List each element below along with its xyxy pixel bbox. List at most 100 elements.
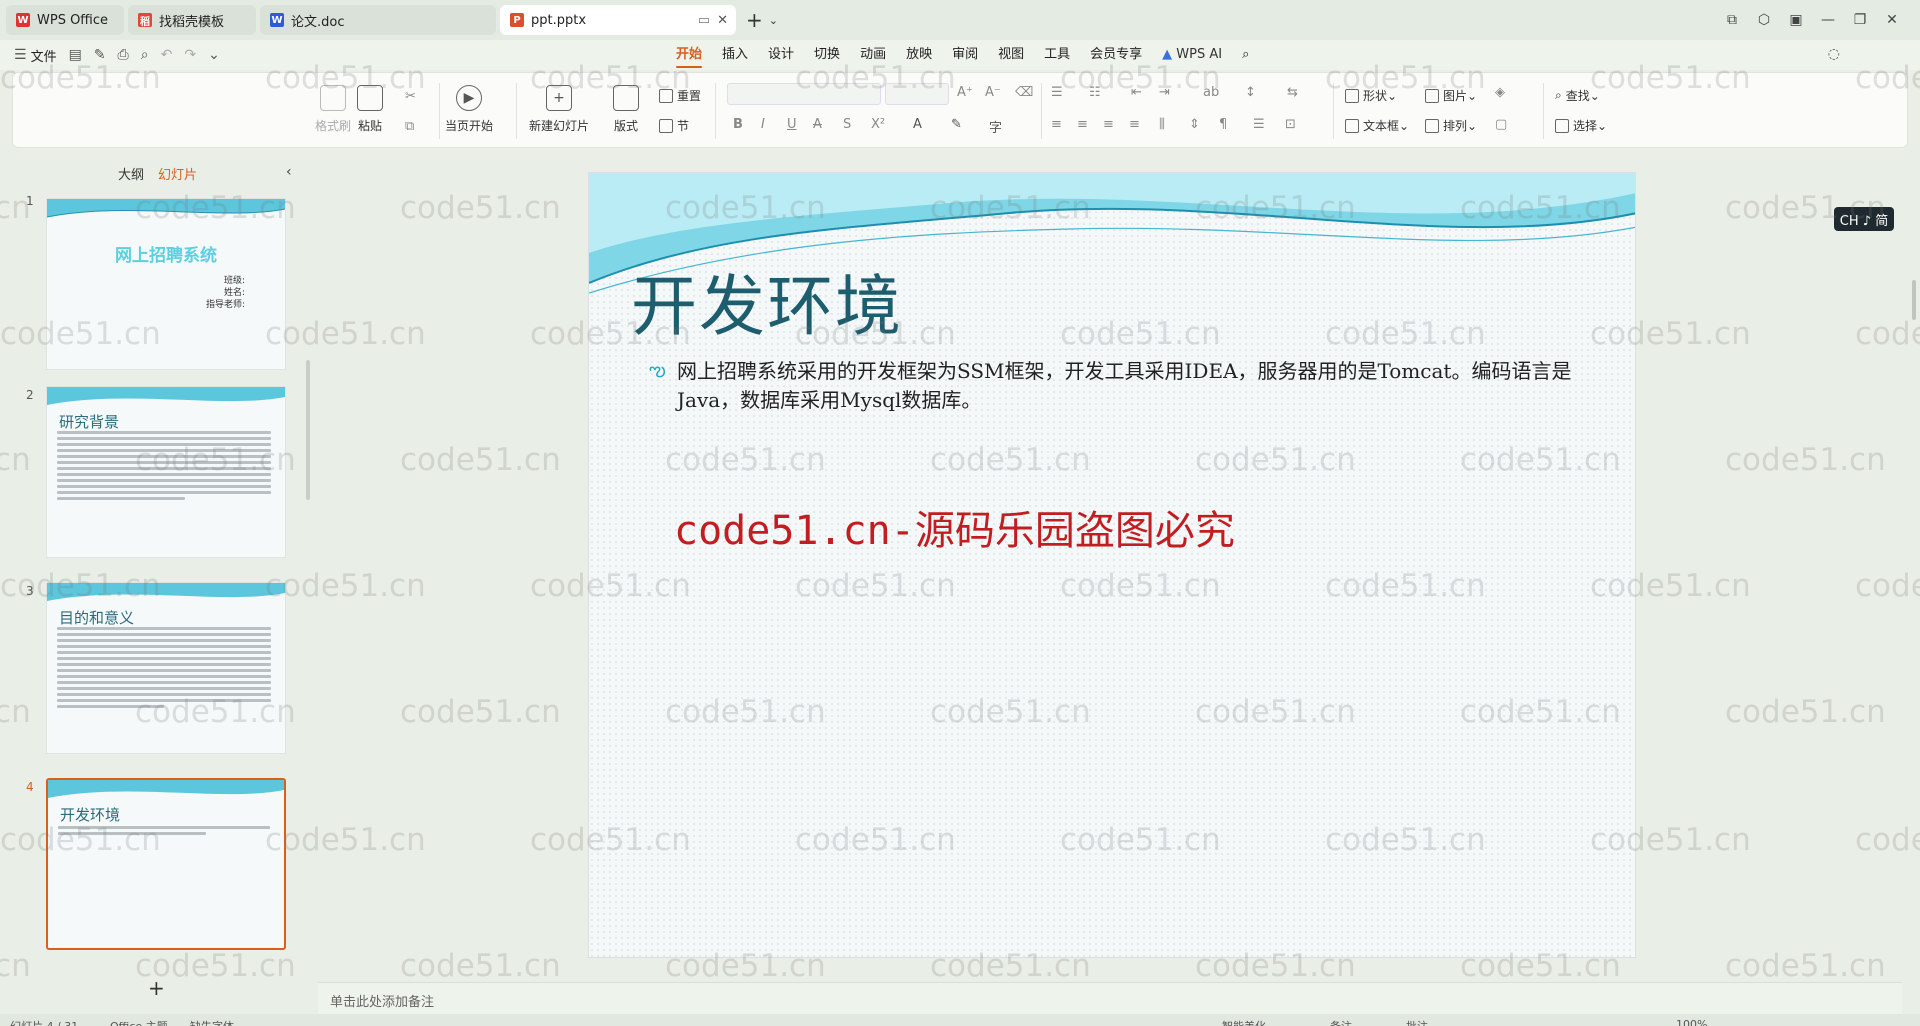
slide-thumbnail-2[interactable]: 研究背景 bbox=[46, 386, 286, 558]
slide-thumbnail-4[interactable]: 开发环境 bbox=[46, 778, 286, 950]
status-missing-fonts[interactable]: 缺失字体 bbox=[190, 1018, 234, 1026]
outline-icon[interactable]: ▢ bbox=[1495, 117, 1507, 132]
slide-title[interactable]: 开发环境 bbox=[631, 253, 903, 349]
increase-indent-icon[interactable]: ⇥ bbox=[1159, 85, 1170, 100]
status-comments[interactable]: 批注 bbox=[1406, 1018, 1428, 1026]
slide-canvas[interactable]: 开发环境 ఌ 网上招聘系统采用的开发框架为SSM框架，开发工具采用IDEA，服务… bbox=[588, 172, 1636, 958]
file-menu[interactable]: 文件 bbox=[31, 46, 57, 65]
status-notes[interactable]: 备注 bbox=[1330, 1018, 1352, 1026]
copy-icon[interactable]: ⧉ bbox=[405, 119, 414, 134]
status-smart-beautify[interactable]: 智能美化 bbox=[1222, 1018, 1266, 1026]
char-spacing-icon[interactable]: 字 bbox=[989, 117, 1002, 136]
strikethrough-s-icon[interactable]: S bbox=[843, 117, 851, 132]
strike-icon[interactable]: A bbox=[813, 117, 822, 132]
find-button[interactable]: ⌕ 查找 ⌄ bbox=[1555, 87, 1600, 104]
font-color-icon[interactable]: A bbox=[913, 117, 922, 132]
number-list-icon[interactable]: ☷ bbox=[1089, 85, 1101, 100]
tab-outline[interactable]: 大纲 bbox=[118, 164, 144, 183]
print-icon[interactable]: ⎙ bbox=[118, 47, 129, 63]
convert-icon[interactable]: ⇆ bbox=[1287, 85, 1298, 100]
section-button[interactable]: 节 bbox=[659, 117, 689, 134]
menu-animation[interactable]: 动画 bbox=[850, 40, 896, 70]
reset-button[interactable]: 重置 bbox=[659, 87, 701, 104]
font-size-select[interactable] bbox=[885, 83, 949, 105]
align-left-icon[interactable]: ≡ bbox=[1051, 117, 1062, 132]
undo-icon[interactable]: ↶ bbox=[161, 47, 173, 63]
save-icon[interactable]: ▤ bbox=[69, 47, 82, 63]
shape-button[interactable]: 形状 ⌄ bbox=[1345, 87, 1397, 104]
slide-thumbnail-3[interactable]: 目的和意义 bbox=[46, 582, 286, 754]
menu-insert[interactable]: 插入 bbox=[712, 40, 758, 70]
menu-tools[interactable]: 工具 bbox=[1034, 40, 1080, 70]
preview-icon[interactable]: ⌕ bbox=[141, 47, 149, 63]
redo-icon[interactable]: ↷ bbox=[184, 47, 196, 63]
layout-button[interactable]: 版式 bbox=[613, 85, 639, 134]
paste-button[interactable]: 粘贴 bbox=[357, 85, 383, 134]
line-spacing-icon[interactable]: ↕ bbox=[1245, 85, 1256, 100]
align-right-icon[interactable]: ≡ bbox=[1103, 117, 1114, 132]
wps-ai-button[interactable]: ▲ WPS AI bbox=[1152, 40, 1232, 70]
vertical-align-icon[interactable]: ⇕ bbox=[1189, 117, 1200, 132]
search-icon[interactable]: ⌕ bbox=[1232, 40, 1259, 70]
highlight-icon[interactable]: ✎ bbox=[951, 117, 962, 132]
layout-icon[interactable]: ⧉ bbox=[1716, 12, 1748, 28]
restore-icon[interactable]: ❐ bbox=[1844, 12, 1876, 28]
font-name-select[interactable] bbox=[727, 83, 881, 105]
cube-icon[interactable]: ⬡ bbox=[1748, 12, 1780, 28]
select-button[interactable]: 选择 ⌄ bbox=[1555, 117, 1607, 134]
format-painter-button[interactable]: 格式刷 bbox=[315, 85, 351, 134]
textbox-button[interactable]: 文本框 ⌄ bbox=[1345, 117, 1409, 134]
status-zoom[interactable]: 100% bbox=[1676, 1018, 1707, 1026]
start-current-button[interactable]: ▶ 当页开始 bbox=[445, 85, 493, 134]
tab-ppt[interactable]: P ppt.pptx ▭ ✕ bbox=[500, 5, 736, 35]
align-center-icon[interactable]: ≡ bbox=[1077, 117, 1088, 132]
tab-close-icon[interactable]: ✕ bbox=[717, 13, 728, 28]
panel-scrollbar[interactable] bbox=[306, 360, 310, 500]
clear-format-icon[interactable]: ⌫ bbox=[1015, 85, 1033, 100]
superscript-icon[interactable]: X² bbox=[871, 117, 885, 132]
menu-view[interactable]: 视图 bbox=[988, 40, 1034, 70]
minimize-icon[interactable]: — bbox=[1812, 12, 1844, 28]
decrease-indent-icon[interactable]: ⇤ bbox=[1131, 85, 1142, 100]
text-effect-icon[interactable]: ⊡ bbox=[1285, 117, 1296, 132]
fill-icon[interactable]: ◈ bbox=[1495, 85, 1505, 100]
notes-area[interactable]: 单击此处添加备注 bbox=[318, 982, 1902, 1014]
tab-thesis-doc[interactable]: W 论文.doc bbox=[260, 5, 496, 35]
slide-thumbnail-1[interactable]: 网上招聘系统 班级: 姓名: 指导老师: bbox=[46, 198, 286, 370]
font-grow-icon[interactable]: A⁺ bbox=[957, 85, 973, 100]
menu-review[interactable]: 审阅 bbox=[942, 40, 988, 70]
ime-indicator[interactable]: CH ♪ 简 bbox=[1834, 207, 1894, 231]
tab-wps-office[interactable]: W WPS Office bbox=[6, 5, 124, 35]
tab-screen-icon[interactable]: ▭ bbox=[698, 13, 710, 28]
menu-home[interactable]: 开始 bbox=[666, 40, 712, 70]
collapse-panel-icon[interactable]: ‹ bbox=[286, 164, 292, 180]
hamburger-icon[interactable]: ☰ bbox=[14, 47, 27, 63]
status-theme[interactable]: Office 主题 bbox=[110, 1018, 168, 1026]
paragraph-icon[interactable]: ¶ bbox=[1219, 117, 1227, 132]
menu-member[interactable]: 会员专享 bbox=[1080, 40, 1152, 70]
tab-slides[interactable]: 幻灯片 bbox=[158, 164, 197, 183]
italic-icon[interactable]: I bbox=[761, 117, 765, 132]
new-slide-button[interactable]: + 新建幻灯片 bbox=[529, 85, 589, 134]
menu-design[interactable]: 设计 bbox=[758, 40, 804, 70]
menu-slideshow[interactable]: 放映 bbox=[896, 40, 942, 70]
justify-icon[interactable]: ≡ bbox=[1129, 117, 1140, 132]
menu-transition[interactable]: 切换 bbox=[804, 40, 850, 70]
close-window-icon[interactable]: ✕ bbox=[1876, 12, 1908, 28]
columns-icon[interactable]: ⫼ bbox=[1159, 117, 1165, 132]
spacing-icon[interactable]: ☰ bbox=[1253, 117, 1265, 132]
more-chevron-icon[interactable]: ⌄ bbox=[208, 47, 220, 63]
text-direction-icon[interactable]: ab bbox=[1203, 85, 1219, 100]
bold-icon[interactable]: B bbox=[733, 117, 743, 132]
tab-docer[interactable]: 稻 找稻壳模板 bbox=[128, 5, 256, 35]
slide-body-text[interactable]: 网上招聘系统采用的开发框架为SSM框架，开发工具采用IDEA，服务器用的是Tom… bbox=[677, 357, 1607, 415]
bullet-list-icon[interactable]: ☰ bbox=[1051, 85, 1063, 100]
picture-button[interactable]: 图片 ⌄ bbox=[1425, 87, 1477, 104]
main-scrollbar[interactable] bbox=[1912, 160, 1918, 980]
underline-icon[interactable]: U bbox=[787, 117, 797, 132]
cut-icon[interactable]: ✂ bbox=[405, 89, 416, 104]
add-slide-button[interactable]: + bbox=[148, 976, 165, 1000]
avatar[interactable]: ▣ bbox=[1780, 12, 1812, 28]
chat-icon[interactable]: ◌ bbox=[1828, 46, 1840, 62]
font-shrink-icon[interactable]: A⁻ bbox=[985, 85, 1001, 100]
